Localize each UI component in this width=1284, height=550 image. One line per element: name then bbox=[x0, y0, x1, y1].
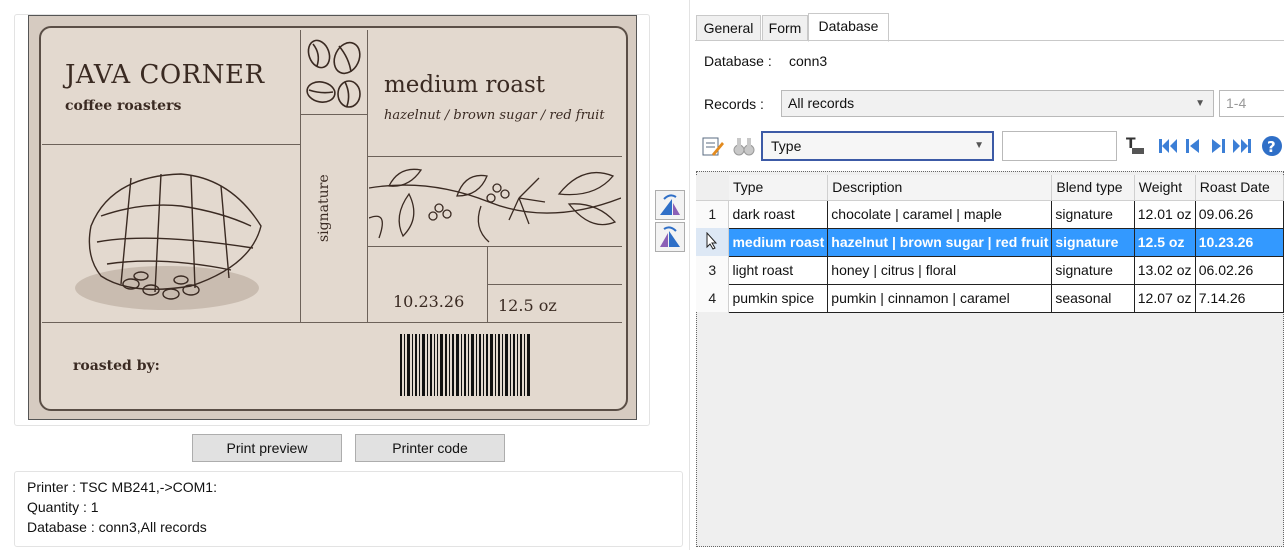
table-row-selected[interactable]: medium roast hazelnut | brown sugar | re… bbox=[696, 228, 1284, 257]
column-header-blend-type[interactable]: Blend type bbox=[1051, 175, 1135, 201]
column-header-weight[interactable]: Weight bbox=[1134, 175, 1196, 201]
divider bbox=[42, 144, 300, 145]
rotate-right-button[interactable] bbox=[655, 190, 685, 220]
edit-record-icon[interactable] bbox=[700, 134, 724, 158]
next-record-icon[interactable] bbox=[1206, 134, 1230, 158]
cell-description[interactable]: pumkin | cinnamon | caramel bbox=[827, 284, 1053, 313]
rotate-right-icon bbox=[660, 194, 680, 215]
cursor-arrow-icon bbox=[706, 231, 718, 250]
cell-weight[interactable]: 12.5 oz bbox=[1134, 228, 1196, 257]
last-record-icon[interactable] bbox=[1230, 134, 1254, 158]
divider bbox=[300, 114, 367, 115]
cell-roast-date[interactable]: 06.02.26 bbox=[1195, 256, 1284, 285]
records-select[interactable]: All records ▼ bbox=[781, 90, 1214, 117]
divider bbox=[367, 30, 368, 322]
tab-database[interactable]: Database bbox=[808, 13, 889, 42]
cell-type[interactable]: medium roast bbox=[728, 228, 829, 257]
cell-description[interactable]: chocolate | caramel | maple bbox=[827, 200, 1053, 229]
coffee-sack-illustration bbox=[75, 173, 262, 310]
field-select-value: Type bbox=[771, 138, 802, 154]
row-number[interactable]: 4 bbox=[696, 284, 730, 312]
cell-weight[interactable]: 13.02 oz bbox=[1134, 256, 1196, 285]
records-label: Records : bbox=[704, 96, 764, 112]
flavor-notes: hazelnut / brown sugar / red fruit bbox=[384, 108, 605, 123]
search-input[interactable] bbox=[1002, 131, 1117, 161]
field-select[interactable]: Type ▼ bbox=[761, 131, 994, 161]
rotate-left-icon bbox=[660, 226, 680, 247]
tab-general[interactable]: General bbox=[696, 15, 761, 41]
cell-blend-type[interactable]: signature bbox=[1051, 256, 1135, 285]
coffee-beans-illustration bbox=[306, 39, 361, 108]
cell-type[interactable]: dark roast bbox=[728, 200, 829, 229]
column-header-type[interactable]: Type bbox=[728, 175, 829, 201]
roast-date: 10.23.26 bbox=[393, 292, 465, 311]
roasted-by-label: roasted by: bbox=[73, 358, 160, 374]
cell-type[interactable]: light roast bbox=[728, 256, 829, 285]
svg-text:?: ? bbox=[1267, 138, 1276, 156]
records-range-value: 1-4 bbox=[1226, 95, 1247, 111]
records-select-value: All records bbox=[788, 95, 855, 111]
table-row[interactable]: 4 pumkin spice pumkin | cinnamon | caram… bbox=[696, 284, 1284, 313]
cell-description[interactable]: honey | citrus | floral bbox=[827, 256, 1053, 285]
pane-splitter[interactable] bbox=[689, 0, 690, 550]
filter-font-icon[interactable]: T bbox=[1124, 134, 1148, 158]
quantity-info: Quantity : 1 bbox=[27, 499, 99, 515]
help-icon[interactable]: ? bbox=[1260, 134, 1284, 158]
database-value: conn3 bbox=[789, 53, 828, 69]
column-header-description[interactable]: Description bbox=[827, 175, 1053, 201]
divider bbox=[367, 156, 622, 157]
table-row[interactable]: 3 light roast honey | citrus | floral si… bbox=[696, 256, 1284, 285]
print-preview-button[interactable]: Print preview bbox=[192, 434, 342, 462]
product-name: medium roast bbox=[384, 72, 546, 98]
table-header-row: Type Description Blend type Weight Roast… bbox=[696, 175, 1284, 201]
print-info-panel: Printer : TSC MB241,->COM1: Quantity : 1… bbox=[14, 471, 683, 547]
tab-form[interactable]: Form bbox=[762, 15, 808, 41]
printer-code-button[interactable]: Printer code bbox=[355, 434, 505, 462]
coffee-plant-illustration bbox=[369, 168, 621, 243]
chevron-down-icon: ▼ bbox=[1195, 98, 1205, 109]
cell-description[interactable]: hazelnut | brown sugar | red fruit bbox=[827, 228, 1053, 257]
brand-name: JAVA CORNER bbox=[65, 60, 265, 90]
chevron-down-icon: ▼ bbox=[974, 140, 984, 151]
first-record-icon[interactable] bbox=[1156, 134, 1180, 158]
label-canvas[interactable]: JAVA CORNER coffee roasters medium roast… bbox=[28, 15, 637, 420]
cell-weight[interactable]: 12.01 oz bbox=[1134, 200, 1196, 229]
database-info: Database : conn3,All records bbox=[27, 519, 207, 535]
printer-info: Printer : TSC MB241,->COM1: bbox=[27, 479, 217, 495]
brand-subtitle: coffee roasters bbox=[65, 98, 182, 114]
rotate-left-button[interactable] bbox=[655, 222, 685, 252]
binoculars-icon[interactable] bbox=[732, 134, 756, 158]
column-header-roast-date[interactable]: Roast Date bbox=[1195, 175, 1284, 201]
cell-roast-date[interactable]: 09.06.26 bbox=[1195, 200, 1284, 229]
database-label: Database : bbox=[704, 53, 772, 69]
divider bbox=[42, 322, 622, 323]
cell-type[interactable]: pumkin spice bbox=[728, 284, 829, 313]
cell-roast-date[interactable]: 7.14.26 bbox=[1195, 284, 1284, 313]
tab-strip-border bbox=[695, 40, 1284, 41]
cell-weight[interactable]: 12.07 oz bbox=[1134, 284, 1196, 313]
divider bbox=[487, 284, 622, 285]
divider bbox=[367, 246, 622, 247]
barcode bbox=[400, 334, 530, 396]
row-number[interactable]: 1 bbox=[696, 200, 730, 228]
row-header-corner bbox=[696, 175, 729, 201]
blend-tag: signature bbox=[316, 174, 332, 242]
net-weight: 12.5 oz bbox=[498, 296, 557, 315]
records-range-field[interactable]: 1-4 bbox=[1219, 90, 1284, 117]
records-table[interactable]: Type Description Blend type Weight Roast… bbox=[696, 175, 1284, 313]
cell-blend-type[interactable]: signature bbox=[1051, 228, 1135, 257]
row-selector[interactable] bbox=[696, 228, 730, 256]
row-number[interactable]: 3 bbox=[696, 256, 730, 284]
previous-record-icon[interactable] bbox=[1181, 134, 1205, 158]
table-row[interactable]: 1 dark roast chocolate | caramel | maple… bbox=[696, 200, 1284, 229]
cell-blend-type[interactable]: signature bbox=[1051, 200, 1135, 229]
divider bbox=[300, 30, 301, 322]
cell-blend-type[interactable]: seasonal bbox=[1051, 284, 1135, 313]
cell-roast-date[interactable]: 10.23.26 bbox=[1195, 228, 1284, 257]
